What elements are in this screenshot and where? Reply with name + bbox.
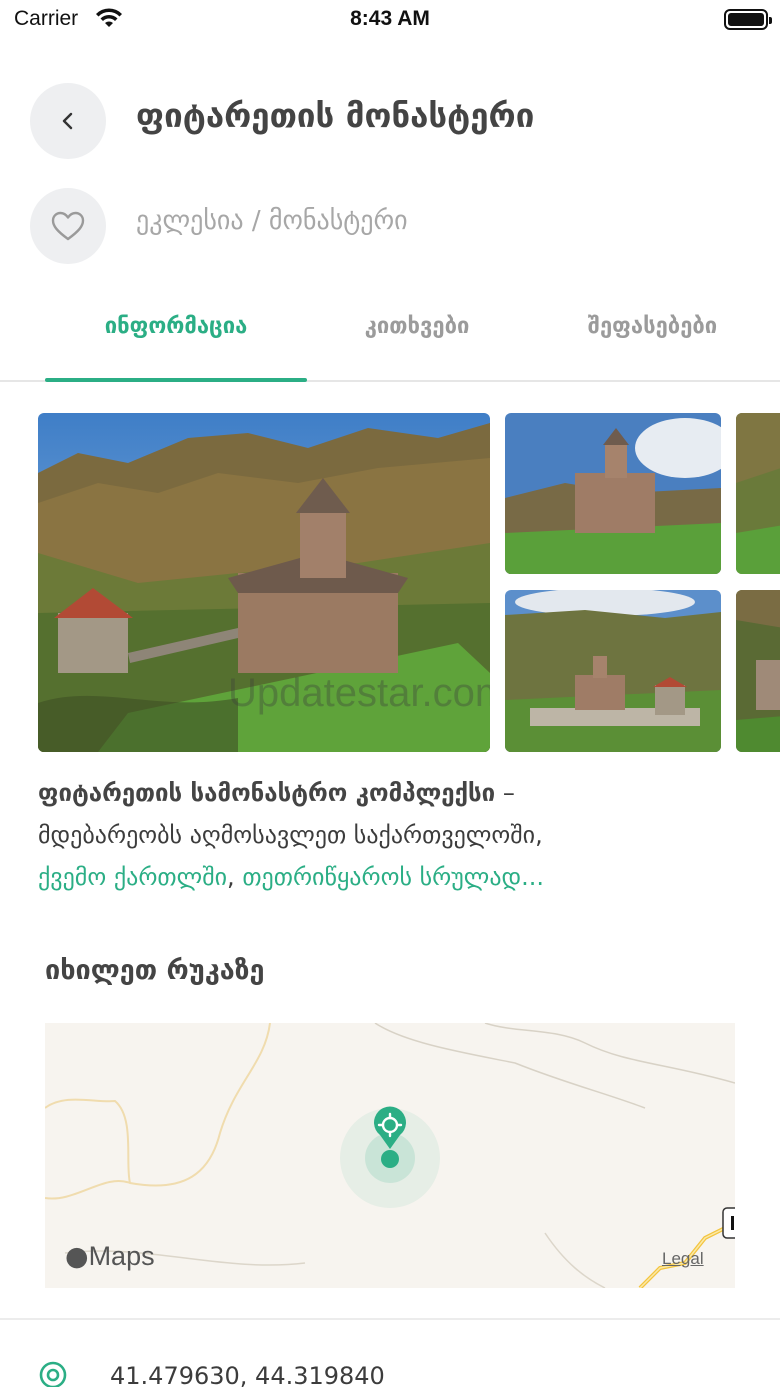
tab-bar: ინფორმაცია კითხვები შეფასებები [0, 300, 780, 384]
heart-outline-icon [51, 211, 85, 241]
map-view[interactable]: ●Maps Legal [45, 1023, 735, 1288]
coordinates-text[interactable]: 41.479630, 44.319840 [110, 1362, 385, 1387]
monastery-thumb-image [505, 590, 721, 752]
clock: 8:43 AM [350, 7, 430, 30]
photo-gallery[interactable]: Updatestar.com [38, 413, 780, 752]
location-target-icon [39, 1361, 67, 1387]
map-pin-icon[interactable] [370, 1105, 410, 1153]
maps-logo: ●Maps [65, 1241, 155, 1272]
description-body: მდებარეობს აღმოსავლეთ საქართველოში, [38, 821, 543, 849]
monastery-thumb-image [505, 413, 721, 574]
description-text: ფიტარეთის სამონასტრო კომპლექსი – მდებარე… [38, 772, 758, 898]
active-tab-indicator [45, 378, 307, 382]
gallery-photo-thumb[interactable] [736, 413, 780, 574]
page-title: ფიტარეთის მონასტერი [136, 96, 535, 135]
category-subtitle: ეკლესია / მონასტერი [136, 206, 408, 236]
chevron-left-icon [62, 112, 73, 130]
tab-reviews[interactable]: შეფასებები [540, 314, 765, 339]
tab-information[interactable]: ინფორმაცია [45, 314, 307, 339]
status-bar: Carrier 8:43 AM [0, 0, 780, 40]
battery-icon [724, 9, 772, 30]
back-button[interactable] [30, 83, 106, 159]
watermark: Updatestar.com [228, 671, 490, 715]
tab-questions[interactable]: კითხვები [307, 314, 527, 339]
description-dash: – [495, 779, 515, 807]
legal-link[interactable]: Legal [662, 1249, 704, 1269]
favorite-button[interactable] [30, 188, 106, 264]
gallery-photo-main[interactable]: Updatestar.com [38, 413, 490, 752]
gallery-photo-thumb[interactable] [736, 590, 780, 752]
maps-label: Maps [88, 1241, 155, 1271]
monastery-thumb-image [736, 413, 780, 574]
read-more-link[interactable]: თეთრიწყაროს სრულად... [242, 863, 544, 891]
apple-logo-icon: ● [65, 1241, 89, 1272]
region-link[interactable]: ქვემო ქართლში [38, 863, 227, 891]
description-title: ფიტარეთის სამონასტრო კომპლექსი [38, 779, 496, 807]
gallery-photo-thumb[interactable] [505, 590, 721, 752]
map-section-title: იხილეთ რუკაზე [45, 955, 265, 986]
gallery-photo-thumb[interactable] [505, 413, 721, 574]
monastery-thumb-image [736, 590, 780, 752]
description-comma: , [227, 863, 243, 891]
section-divider [0, 1318, 780, 1320]
